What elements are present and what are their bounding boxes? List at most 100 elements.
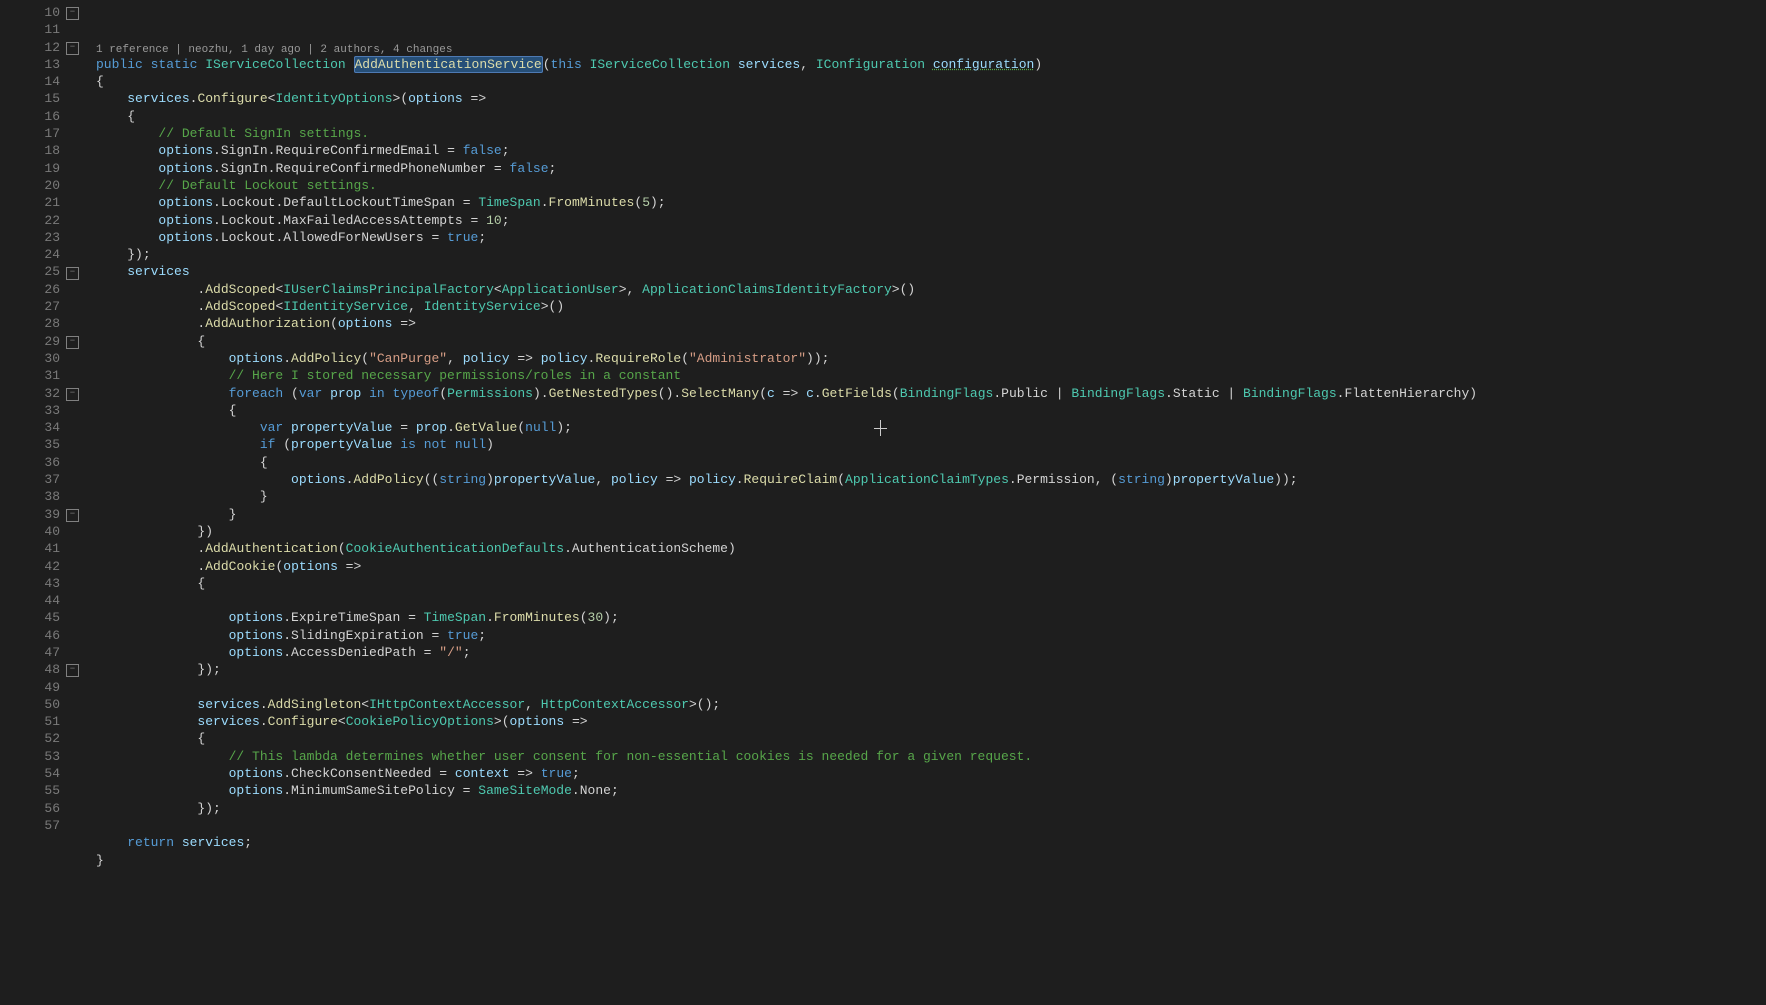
line-number-gutter: 1011121314151617181920212223242526272829… bbox=[20, 0, 64, 1005]
fold-toggle[interactable]: − bbox=[66, 664, 79, 677]
line-number: 41 bbox=[20, 540, 60, 557]
fold-toggle[interactable]: − bbox=[66, 388, 79, 401]
line-number: 18 bbox=[20, 142, 60, 159]
code-line[interactable]: } bbox=[96, 506, 1766, 523]
line-number: 28 bbox=[20, 315, 60, 332]
line-number: 30 bbox=[20, 350, 60, 367]
code-line[interactable]: .AddAuthorization(options => bbox=[96, 315, 1766, 332]
code-line[interactable]: { bbox=[96, 108, 1766, 125]
line-number: 21 bbox=[20, 194, 60, 211]
line-number: 32 bbox=[20, 385, 60, 402]
fold-toggle[interactable]: − bbox=[66, 336, 79, 349]
line-number: 15 bbox=[20, 90, 60, 107]
code-line[interactable]: { bbox=[96, 575, 1766, 592]
code-line[interactable]: options.Lockout.AllowedForNewUsers = tru… bbox=[96, 229, 1766, 246]
line-number: 33 bbox=[20, 402, 60, 419]
line-number: 56 bbox=[20, 800, 60, 817]
code-line[interactable]: services.Configure<CookiePolicyOptions>(… bbox=[96, 713, 1766, 730]
line-number: 52 bbox=[20, 730, 60, 747]
code-line[interactable]: options.Lockout.DefaultLockoutTimeSpan =… bbox=[96, 194, 1766, 211]
code-line[interactable]: services bbox=[96, 263, 1766, 280]
code-line[interactable]: options.AddPolicy("CanPurge", policy => … bbox=[96, 350, 1766, 367]
code-line[interactable] bbox=[96, 869, 1766, 886]
code-line[interactable]: .AddScoped<IUserClaimsPrincipalFactory<A… bbox=[96, 281, 1766, 298]
code-line[interactable]: } bbox=[96, 488, 1766, 505]
fold-toggle[interactable]: − bbox=[66, 267, 79, 280]
fold-toggle[interactable]: − bbox=[66, 42, 79, 55]
line-number: 39 bbox=[20, 506, 60, 523]
code-line[interactable]: options.CheckConsentNeeded = context => … bbox=[96, 765, 1766, 782]
line-number: 26 bbox=[20, 281, 60, 298]
fold-column: − − − − − − − bbox=[64, 0, 82, 1005]
code-line[interactable]: }) bbox=[96, 523, 1766, 540]
margin-icon-column: 💡 bbox=[0, 0, 20, 1005]
code-line[interactable]: // Default Lockout settings. bbox=[96, 177, 1766, 194]
code-line[interactable]: { bbox=[96, 730, 1766, 747]
code-line[interactable]: // Default SignIn settings. bbox=[96, 125, 1766, 142]
line-number: 29 bbox=[20, 333, 60, 350]
line-number: 17 bbox=[20, 125, 60, 142]
code-line[interactable]: { bbox=[96, 73, 1766, 90]
code-line[interactable]: options.MinimumSameSitePolicy = SameSite… bbox=[96, 782, 1766, 799]
line-number: 49 bbox=[20, 679, 60, 696]
code-area[interactable]: 1 reference | neozhu, 1 day ago | 2 auth… bbox=[82, 0, 1766, 1005]
line-number: 11 bbox=[20, 21, 60, 38]
code-line[interactable]: options.SignIn.RequireConfirmedEmail = f… bbox=[96, 142, 1766, 159]
line-number: 22 bbox=[20, 212, 60, 229]
line-number: 23 bbox=[20, 229, 60, 246]
line-number: 19 bbox=[20, 160, 60, 177]
line-number: 43 bbox=[20, 575, 60, 592]
code-line[interactable]: { bbox=[96, 454, 1766, 471]
code-line[interactable]: }); bbox=[96, 661, 1766, 678]
code-line[interactable]: options.ExpireTimeSpan = TimeSpan.FromMi… bbox=[96, 609, 1766, 626]
code-line[interactable]: { bbox=[96, 402, 1766, 419]
code-line[interactable]: { bbox=[96, 333, 1766, 350]
code-line[interactable]: options.Lockout.MaxFailedAccessAttempts … bbox=[96, 212, 1766, 229]
code-line[interactable]: } bbox=[96, 852, 1766, 869]
code-line[interactable]: }); bbox=[96, 246, 1766, 263]
code-line[interactable] bbox=[96, 817, 1766, 834]
code-line[interactable]: services.AddSingleton<IHttpContextAccess… bbox=[96, 696, 1766, 713]
code-lens[interactable]: 1 reference | neozhu, 1 day ago | 2 auth… bbox=[96, 44, 452, 56]
code-line[interactable]: 1 reference | neozhu, 1 day ago | 2 auth… bbox=[96, 52, 1766, 56]
code-editor[interactable]: 💡 10111213141516171819202122232425262728… bbox=[0, 0, 1766, 1005]
line-number: 53 bbox=[20, 748, 60, 765]
code-line[interactable]: return services; bbox=[96, 834, 1766, 851]
fold-toggle[interactable]: − bbox=[66, 509, 79, 522]
line-number: 54 bbox=[20, 765, 60, 782]
code-line[interactable]: // This lambda determines whether user c… bbox=[96, 748, 1766, 765]
code-line[interactable]: }); bbox=[96, 800, 1766, 817]
line-number: 37 bbox=[20, 471, 60, 488]
line-number: 16 bbox=[20, 108, 60, 125]
code-line[interactable]: foreach (var prop in typeof(Permissions)… bbox=[96, 385, 1766, 402]
line-number: 25 bbox=[20, 263, 60, 280]
code-line[interactable]: // Here I stored necessary permissions/r… bbox=[96, 367, 1766, 384]
line-number: 12 bbox=[20, 39, 60, 56]
code-line[interactable]: .AddScoped<IIdentityService, IdentitySer… bbox=[96, 298, 1766, 315]
line-number: 40 bbox=[20, 523, 60, 540]
line-number: 34 bbox=[20, 419, 60, 436]
line-number: 13 bbox=[20, 56, 60, 73]
code-line[interactable]: options.SignIn.RequireConfirmedPhoneNumb… bbox=[96, 160, 1766, 177]
line-number: 47 bbox=[20, 644, 60, 661]
line-number: 44 bbox=[20, 592, 60, 609]
line-number: 24 bbox=[20, 246, 60, 263]
fold-toggle[interactable]: − bbox=[66, 7, 79, 20]
code-line[interactable] bbox=[96, 679, 1766, 696]
line-number: 42 bbox=[20, 558, 60, 575]
line-number: 20 bbox=[20, 177, 60, 194]
code-line[interactable]: var propertyValue = prop.GetValue(null); bbox=[96, 419, 1766, 436]
line-number: 48 bbox=[20, 661, 60, 678]
line-number: 51 bbox=[20, 713, 60, 730]
code-line[interactable]: services.Configure<IdentityOptions>(opti… bbox=[96, 90, 1766, 107]
code-line[interactable]: if (propertyValue is not null) bbox=[96, 436, 1766, 453]
line-number: 55 bbox=[20, 782, 60, 799]
code-line[interactable]: .AddCookie(options => bbox=[96, 558, 1766, 575]
line-number: 10 bbox=[20, 4, 60, 21]
code-line[interactable]: options.AddPolicy((string)propertyValue,… bbox=[96, 471, 1766, 488]
code-line[interactable]: options.AccessDeniedPath = "/"; bbox=[96, 644, 1766, 661]
code-line[interactable]: .AddAuthentication(CookieAuthenticationD… bbox=[96, 540, 1766, 557]
code-line[interactable] bbox=[96, 592, 1766, 609]
code-line[interactable]: options.SlidingExpiration = true; bbox=[96, 627, 1766, 644]
line-number: 31 bbox=[20, 367, 60, 384]
